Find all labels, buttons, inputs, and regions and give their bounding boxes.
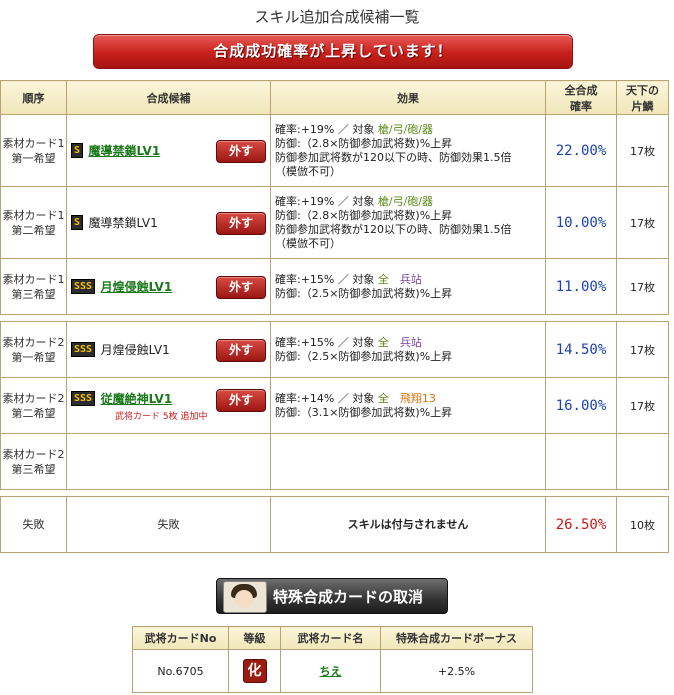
order-cell: 素材カード2 第二希望	[0, 377, 67, 434]
order-cell: 失敗	[0, 496, 67, 553]
effect-cell	[270, 433, 546, 490]
header-order: 順序	[0, 80, 67, 115]
effect-cell: 確率:+14% ／ 対象 全 飛翔13 防御:（3.1×防御参加武将数)%上昇	[270, 377, 546, 434]
fail-row: 失敗 失敗 スキルは付与されません 26.50% 10枚	[0, 496, 669, 553]
remove-button[interactable]: 外す	[216, 338, 266, 362]
skill-link[interactable]: 魔導禁鎖LV1	[89, 144, 161, 158]
cancel-special-card-button[interactable]: 特殊合成カードの取消	[216, 578, 448, 614]
order-cell: 素材カード1 第三希望	[0, 258, 67, 315]
special-card-table: 武将カードNo 等級 武将カード名 特殊合成カードボーナス No.6705 化 …	[132, 626, 533, 693]
table-row: 素材カード1 第二希望 S 魔導禁鎖LV1 外す 確率:+19% ／ 対象 槍/弓…	[0, 186, 669, 259]
general-portrait-icon	[223, 581, 267, 613]
candidate-cell: S 魔導禁鎖LV1 外す	[66, 114, 271, 187]
table-row: 素材カード1 第一希望 S 魔導禁鎖LV1 外す 確率:+19% ／ 対象 槍/弓…	[0, 114, 669, 187]
rate-cell: 10.00%	[545, 186, 617, 259]
header-bonus: 特殊合成カードボーナス	[380, 626, 533, 650]
skill-link[interactable]: 従魔絶神LV1	[101, 392, 173, 406]
header-rate: 全合成 確率	[545, 80, 617, 115]
candidate-cell: SSS 従魔絶神LV1 外す 武将カード 5枚 追加中	[66, 377, 271, 434]
rate-cell: 22.00%	[545, 114, 617, 187]
count-cell: 17枚	[616, 258, 669, 315]
rank-badge: SSS	[71, 279, 96, 294]
page-title: スキル追加合成候補一覧	[254, 8, 420, 26]
skill-name: 魔導禁鎖LV1	[88, 216, 158, 230]
effect-cell: 確率:+19% ／ 対象 槍/弓/砲/器 防御:（2.8×防御参加武将数)%上昇…	[270, 186, 546, 259]
header-effect: 効果	[270, 80, 546, 115]
candidate-table: 順序 合成候補 効果 全合成 確率 天下の 片鱗 素材カード1 第一希望 S 魔導禁鎖…	[0, 80, 669, 553]
card-no: No.6705	[132, 649, 229, 693]
count-cell: 17枚	[616, 186, 669, 259]
effect-cell: 確率:+19% ／ 対象 槍/弓/砲/器 防御:（2.8×防御参加武将数)%上昇…	[270, 114, 546, 187]
skill-name: 月煌侵蝕LV1	[100, 343, 170, 357]
table-row: 素材カード2 第一希望 SSS 月煌侵蝕LV1 外す 確率:+15% ／ 対象 全…	[0, 321, 669, 378]
rank-badge: SSS	[71, 342, 96, 357]
card-name-link[interactable]: ちえ	[320, 665, 342, 678]
rate-cell	[545, 433, 617, 490]
remove-button[interactable]: 外す	[216, 139, 266, 163]
bonus-cell: +2.5%	[380, 649, 533, 693]
candidate-cell: 失敗	[66, 496, 271, 553]
count-cell: 17枚	[616, 377, 669, 434]
count-cell: 17枚	[616, 114, 669, 187]
table-header: 武将カードNo 等級 武将カード名 特殊合成カードボーナス	[132, 626, 533, 650]
table-row: 素材カード2 第二希望 SSS 従魔絶神LV1 外す 武将カード 5枚 追加中 確…	[0, 377, 669, 434]
header-candidate: 合成候補	[66, 80, 271, 115]
grade-badge-icon: 化	[242, 659, 267, 683]
rate-cell: 14.50%	[545, 321, 617, 378]
table-row: 素材カード2 第三希望	[0, 433, 669, 490]
grade-cell: 化	[228, 649, 281, 693]
rank-badge: S	[71, 143, 84, 158]
candidate-cell	[66, 433, 271, 490]
table-row: 素材カード1 第三希望 SSS 月煌侵蝕LV1 外す 確率:+15% ／ 対象 全…	[0, 258, 669, 315]
rate-cell: 16.00%	[545, 377, 617, 434]
order-cell: 素材カード1 第二希望	[0, 186, 67, 259]
effect-cell: 確率:+15% ／ 対象 全 兵站 防御:（2.5×防御参加武将数)%上昇	[270, 258, 546, 315]
header-card-name: 武将カード名	[280, 626, 381, 650]
table-row: No.6705 化 ちえ +2.5%	[132, 649, 533, 693]
rank-badge: SSS	[71, 390, 96, 406]
success-rate-banner: 合成成功確率が上昇しています！	[93, 34, 573, 69]
header-card-no: 武将カードNo	[132, 626, 229, 650]
effect-cell: スキルは付与されません	[270, 496, 546, 553]
remove-button[interactable]: 外す	[216, 275, 266, 299]
table-header: 順序 合成候補 効果 全合成 確率 天下の 片鱗	[0, 80, 669, 115]
effect-cell: 確率:+15% ／ 対象 全 兵站 防御:（2.5×防御参加武将数)%上昇	[270, 321, 546, 378]
candidate-cell: SSS 月煌侵蝕LV1 外す	[66, 321, 271, 378]
candidate-cell: S 魔導禁鎖LV1 外す	[66, 186, 271, 259]
remove-button[interactable]: 外す	[216, 211, 266, 235]
header-grade: 等級	[228, 626, 281, 650]
count-cell: 17枚	[616, 321, 669, 378]
candidate-cell: SSS 月煌侵蝕LV1 外す	[66, 258, 271, 315]
order-cell: 素材カード1 第一希望	[0, 114, 67, 187]
rank-badge: S	[71, 215, 84, 230]
count-cell	[616, 433, 669, 490]
remove-button[interactable]: 外す	[216, 388, 266, 412]
order-cell: 素材カード2 第一希望	[0, 321, 67, 378]
rate-cell: 11.00%	[545, 258, 617, 315]
order-cell: 素材カード2 第三希望	[0, 433, 67, 490]
header-count: 天下の 片鱗	[616, 80, 669, 115]
skill-link[interactable]: 月煌侵蝕LV1	[101, 280, 173, 294]
count-cell: 10枚	[616, 496, 669, 553]
rate-cell: 26.50%	[545, 496, 617, 553]
card-name-cell: ちえ	[280, 649, 381, 693]
